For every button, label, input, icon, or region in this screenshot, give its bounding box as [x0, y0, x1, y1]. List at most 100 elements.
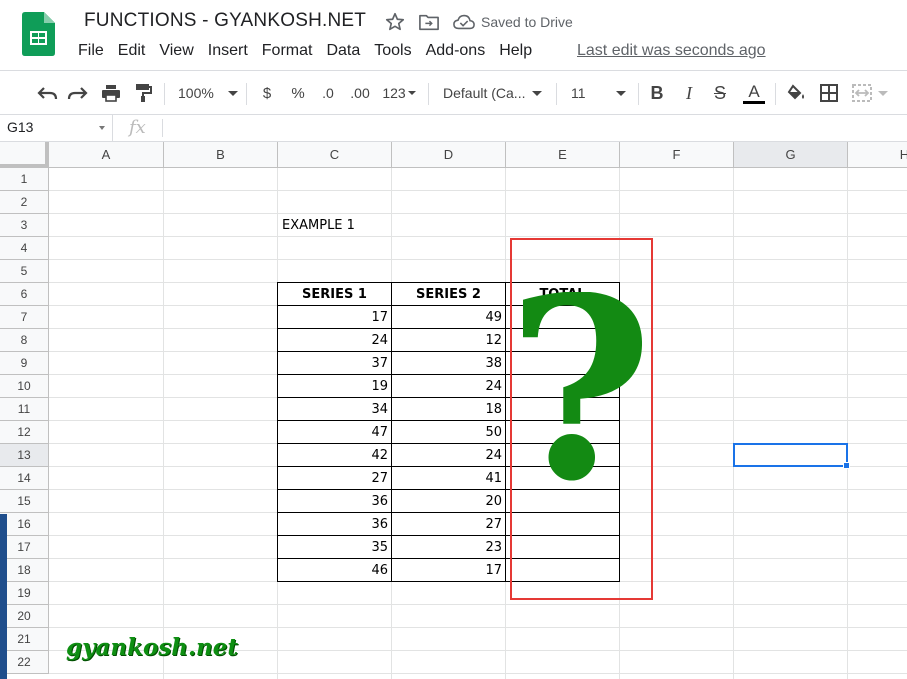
- table-cell[interactable]: 42: [278, 444, 391, 467]
- table-cell[interactable]: 38: [392, 352, 505, 375]
- undo-icon: [37, 87, 58, 100]
- document-title[interactable]: FUNCTIONS - GYANKOSH.NET: [84, 10, 366, 32]
- row-header-7[interactable]: 7: [0, 306, 49, 329]
- formula-divider: [162, 119, 163, 137]
- row-header-12[interactable]: 12: [0, 421, 49, 444]
- row-header-16[interactable]: 16: [0, 513, 49, 536]
- menu-data[interactable]: Data: [326, 42, 360, 60]
- cloud-saved-icon: [453, 14, 475, 30]
- borders-button[interactable]: [818, 81, 840, 105]
- row-header-17[interactable]: 17: [0, 536, 49, 559]
- sheets-logo-icon[interactable]: [22, 12, 55, 56]
- row-header-9[interactable]: 9: [0, 352, 49, 375]
- column-header-a[interactable]: A: [49, 142, 164, 168]
- redo-button[interactable]: [66, 81, 90, 105]
- menu-edit[interactable]: Edit: [118, 42, 146, 60]
- table-cell[interactable]: 47: [278, 421, 391, 444]
- table-cell[interactable]: 17: [278, 306, 391, 329]
- menu-view[interactable]: View: [159, 42, 193, 60]
- percent-button[interactable]: %: [289, 81, 307, 105]
- chevron-down-icon: [878, 90, 888, 96]
- decrease-decimal-button[interactable]: .0: [317, 81, 339, 105]
- table-cell[interactable]: 24: [392, 444, 505, 467]
- row-header-13[interactable]: 13: [0, 444, 49, 467]
- more-formats-button[interactable]: 123: [380, 81, 418, 105]
- row-header-3[interactable]: 3: [0, 214, 49, 237]
- strikethrough-button[interactable]: S: [711, 81, 729, 105]
- menu-addons[interactable]: Add-ons: [426, 42, 486, 60]
- menu-file[interactable]: File: [78, 42, 104, 60]
- column-header-c[interactable]: C: [278, 142, 392, 168]
- fill-color-button[interactable]: [786, 81, 808, 105]
- table-cell[interactable]: 34: [278, 398, 391, 421]
- row-header-5[interactable]: 5: [0, 260, 49, 283]
- select-all-corner[interactable]: [0, 142, 49, 168]
- table-cell[interactable]: 24: [278, 329, 391, 352]
- table-cell[interactable]: 46: [278, 559, 391, 582]
- row-header-22[interactable]: 22: [0, 651, 49, 674]
- bold-button[interactable]: B: [648, 81, 666, 105]
- menu-format[interactable]: Format: [262, 42, 313, 60]
- name-box-dropdown-icon[interactable]: [99, 126, 105, 130]
- table-cell[interactable]: 50: [392, 421, 505, 444]
- font-select[interactable]: Default (Ca...: [443, 81, 546, 105]
- move-folder-icon[interactable]: [418, 12, 440, 32]
- row-header-20[interactable]: 20: [0, 605, 49, 628]
- row-header-14[interactable]: 14: [0, 467, 49, 490]
- table-cell[interactable]: 36: [278, 513, 391, 536]
- table-header-cell[interactable]: SERIES 1: [278, 283, 391, 306]
- name-box[interactable]: G13: [0, 115, 113, 141]
- currency-button[interactable]: $: [258, 81, 276, 105]
- table-cell[interactable]: 27: [278, 467, 391, 490]
- table-cell[interactable]: 17: [392, 559, 505, 582]
- last-edit-link[interactable]: Last edit was seconds ago: [577, 42, 766, 60]
- table-header-cell[interactable]: SERIES 2: [392, 283, 505, 306]
- row-header-19[interactable]: 19: [0, 582, 49, 605]
- table-cell[interactable]: 23: [392, 536, 505, 559]
- increase-decimal-button[interactable]: .00: [346, 81, 374, 105]
- table-cell[interactable]: 35: [278, 536, 391, 559]
- font-size-select[interactable]: 11: [571, 81, 631, 105]
- row-header-4[interactable]: 4: [0, 237, 49, 260]
- table-cell[interactable]: 27: [392, 513, 505, 536]
- row-header-6[interactable]: 6: [0, 283, 49, 306]
- column-header-h[interactable]: H: [848, 142, 907, 168]
- sheet-grid[interactable]: A B C D E F G H 1 2 3 4 5 6 7 8 9 10 11 …: [0, 142, 907, 679]
- example-label-cell[interactable]: EXAMPLE 1: [282, 218, 355, 233]
- star-icon[interactable]: [384, 11, 406, 33]
- text-color-button[interactable]: A: [742, 81, 766, 105]
- row-header-11[interactable]: 11: [0, 398, 49, 421]
- row-header-8[interactable]: 8: [0, 329, 49, 352]
- row-header-10[interactable]: 10: [0, 375, 49, 398]
- column-header-g[interactable]: G: [734, 142, 848, 168]
- table-cell[interactable]: 12: [392, 329, 505, 352]
- row-header-1[interactable]: 1: [0, 168, 49, 191]
- row-header-18[interactable]: 18: [0, 559, 49, 582]
- selected-cell[interactable]: [733, 443, 848, 467]
- fill-handle[interactable]: [843, 462, 850, 469]
- undo-button[interactable]: [35, 81, 59, 105]
- zoom-select[interactable]: 100%: [178, 81, 240, 105]
- print-button[interactable]: [99, 81, 123, 105]
- italic-button[interactable]: I: [680, 81, 698, 105]
- row-header-2[interactable]: 2: [0, 191, 49, 214]
- table-cell[interactable]: 49: [392, 306, 505, 329]
- column-header-d[interactable]: D: [392, 142, 506, 168]
- table-cell[interactable]: 19: [278, 375, 391, 398]
- column-header-e[interactable]: E: [506, 142, 620, 168]
- column-header-f[interactable]: F: [620, 142, 734, 168]
- column-header-b[interactable]: B: [164, 142, 278, 168]
- table-cell[interactable]: 24: [392, 375, 505, 398]
- menu-tools[interactable]: Tools: [374, 42, 411, 60]
- menu-help[interactable]: Help: [499, 42, 532, 60]
- row-header-21[interactable]: 21: [0, 628, 49, 651]
- table-cell[interactable]: 41: [392, 467, 505, 490]
- table-cell[interactable]: 18: [392, 398, 505, 421]
- merge-cells-button[interactable]: [852, 81, 892, 105]
- menu-insert[interactable]: Insert: [208, 42, 248, 60]
- table-cell[interactable]: 37: [278, 352, 391, 375]
- table-cell[interactable]: 20: [392, 490, 505, 513]
- paint-format-button[interactable]: [131, 81, 155, 105]
- table-cell[interactable]: 36: [278, 490, 391, 513]
- row-header-15[interactable]: 15: [0, 490, 49, 513]
